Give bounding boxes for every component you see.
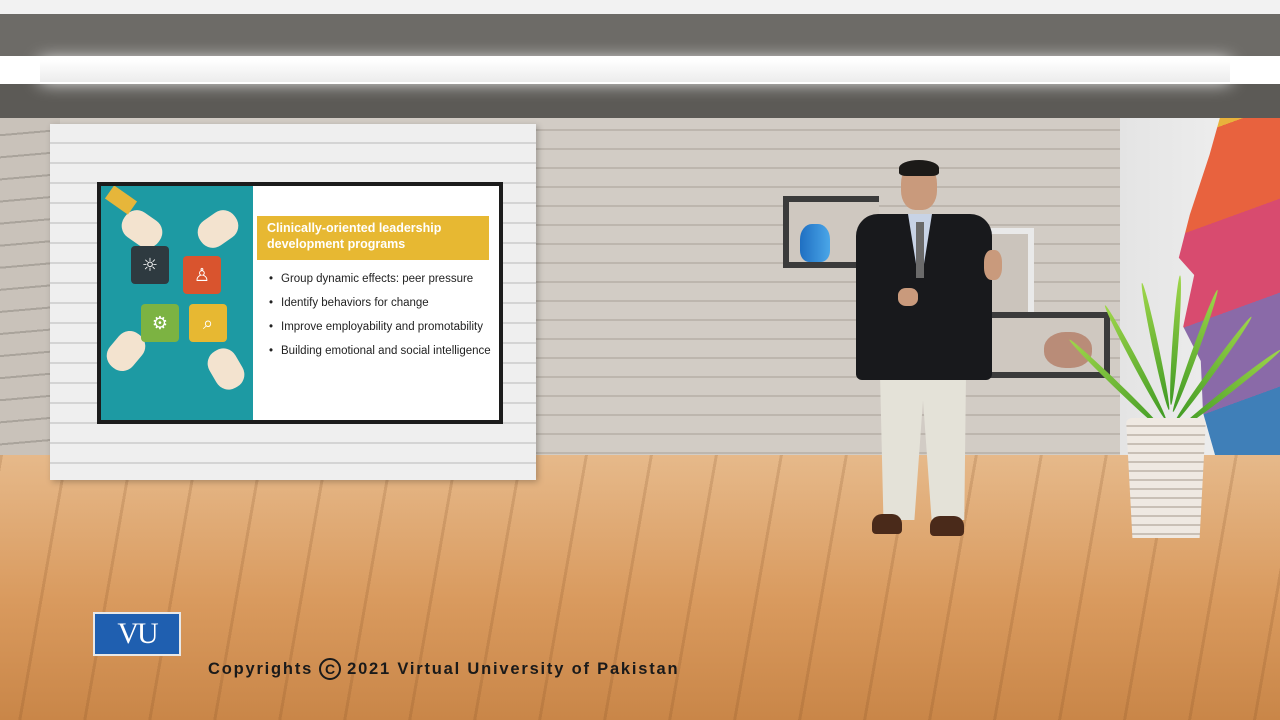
slide: ☼ ♙ ⚙ ⌕ Clinically-oriented leadership d… bbox=[101, 186, 499, 420]
ceiling-light bbox=[40, 60, 1230, 82]
copyright-notice: Copyrights C 2021 Virtual University of … bbox=[208, 656, 679, 682]
vu-logo: VU bbox=[93, 612, 181, 656]
studio-scene: ☼ ♙ ⚙ ⌕ Clinically-oriented leadership d… bbox=[0, 0, 1280, 720]
plant-pot bbox=[1126, 418, 1206, 538]
ceiling bbox=[0, 0, 1280, 118]
presenter bbox=[850, 160, 1010, 545]
lightbulb-icon: ☼ bbox=[141, 254, 159, 276]
slide-bullet: • Group dynamic effects: peer pressure bbox=[269, 273, 474, 285]
puzzle-piece: ♙ bbox=[183, 256, 221, 294]
person-icon: ♙ bbox=[193, 264, 211, 286]
presentation-screen: ☼ ♙ ⚙ ⌕ Clinically-oriented leadership d… bbox=[97, 182, 503, 424]
blue-vase bbox=[800, 224, 830, 262]
hand-graphic bbox=[192, 204, 244, 254]
magnifier-icon: ⌕ bbox=[202, 312, 214, 334]
hand-graphic bbox=[202, 343, 250, 395]
slide-bullet: • Building emotional and social intellige… bbox=[269, 345, 491, 357]
slide-bullet-list: • Group dynamic effects: peer pressure • I… bbox=[269, 268, 499, 364]
copyright-icon: C bbox=[319, 658, 342, 680]
slide-bullet: • Improve employability and promotability bbox=[269, 321, 483, 333]
brain-model bbox=[1044, 332, 1092, 368]
puzzle-piece: ⚙ bbox=[141, 304, 179, 342]
slide-title: Clinically-oriented leadership developme… bbox=[267, 221, 442, 251]
copyright-suffix: 2021 Virtual University of Pakistan bbox=[347, 659, 680, 678]
puzzle-piece: ☼ bbox=[131, 246, 169, 284]
copyright-prefix: Copyrights bbox=[208, 659, 314, 678]
gear-icon: ⚙ bbox=[151, 312, 169, 334]
slide-bullet: • Identify behaviors for change bbox=[269, 297, 429, 309]
puzzle-piece: ⌕ bbox=[189, 304, 227, 342]
puzzle-illustration: ☼ ♙ ⚙ ⌕ bbox=[101, 186, 253, 420]
